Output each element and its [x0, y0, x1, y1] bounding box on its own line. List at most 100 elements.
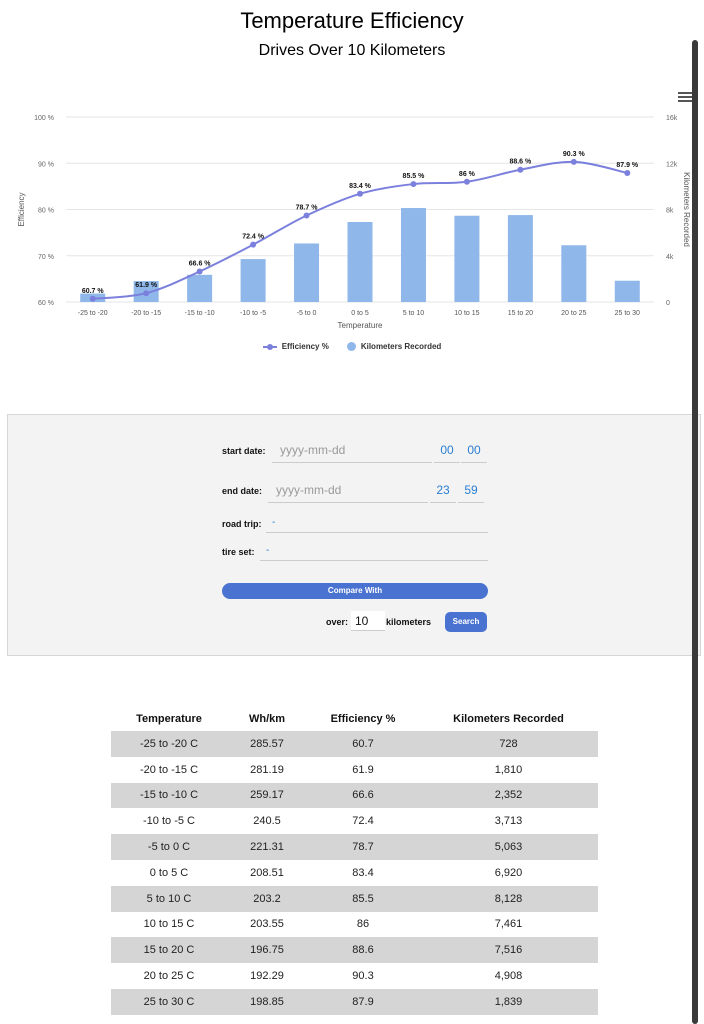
table-cell: 259.17: [227, 782, 307, 809]
efficiency-point: [624, 169, 631, 176]
efficiency-chart: 60 % 70 % 80 % 90 % 100 % 0 4k 8k 12k 16k -25 to -…: [17, 115, 691, 330]
y2-tick-label: 0: [666, 300, 670, 307]
x-tick-label: 0 to 5: [351, 310, 369, 317]
efficiency-point: [196, 268, 203, 275]
table-cell: 1,810: [419, 756, 598, 783]
kilometers-label: kilometers: [386, 617, 432, 627]
header-kilometers[interactable]: Kilometers Recorded: [419, 706, 598, 731]
bar-kilometers: [454, 215, 480, 302]
table-cell: 198.85: [227, 988, 307, 1015]
y2-tick-label: 8k: [666, 208, 674, 215]
over-label: over:: [326, 617, 349, 627]
legend-label-efficiency: Efficiency %: [281, 342, 329, 351]
header-wh-km[interactable]: Wh/km: [227, 706, 307, 731]
table-cell: 221.31: [227, 834, 307, 860]
x-tick-label: -5 to 0: [297, 310, 317, 317]
table-row: 0 to 5 C 208.51 83.4 6,920: [111, 859, 598, 886]
end-date-input[interactable]: yyyy-mm-dd: [268, 483, 428, 503]
bar-series-icon: [346, 342, 356, 351]
table-cell: 5 to 10 C: [111, 885, 227, 912]
bar-kilometers: [507, 215, 533, 302]
data-label: 72.4 %: [242, 234, 265, 241]
tire-set-select[interactable]: -: [260, 545, 488, 561]
efficiency-table: Temperature Wh/km Efficiency % Kilometer…: [111, 706, 598, 1015]
data-label: 78.7 %: [296, 205, 319, 212]
data-label: 66.6 %: [189, 260, 212, 267]
table-row: 20 to 25 C 192.29 90.3 4,908: [111, 963, 598, 989]
start-date-input[interactable]: yyyy-mm-dd: [272, 443, 432, 463]
header-temperature[interactable]: Temperature: [111, 706, 227, 731]
table-cell: 5,063: [419, 834, 598, 860]
table-cell: 7,516: [419, 937, 598, 964]
table-cell: 78.7: [307, 834, 419, 860]
table-cell: 6,920: [419, 859, 598, 886]
table-cell: 285.57: [227, 731, 307, 757]
bar-kilometers: [614, 280, 640, 302]
efficiency-point: [570, 158, 577, 165]
table-cell: 25 to 30 C: [111, 988, 227, 1015]
table-cell: 88.6: [307, 937, 419, 964]
x-tick-label: -25 to -20: [78, 310, 108, 317]
table-cell: 240.5: [227, 808, 307, 835]
x-tick-label: -20 to -15: [131, 310, 161, 317]
bar-kilometers: [240, 259, 266, 302]
table-cell: 8,128: [419, 885, 598, 912]
start-minute-input[interactable]: 00: [461, 443, 487, 463]
end-date-label: end date:: [222, 486, 263, 496]
table-cell: 66.6: [307, 782, 419, 809]
efficiency-point: [357, 190, 363, 197]
table-row: 15 to 20 C 196.75 88.6 7,516: [111, 937, 598, 964]
x-tick-label: 25 to 30: [615, 310, 640, 317]
bar-kilometers: [400, 208, 426, 302]
bar-kilometers: [561, 245, 587, 302]
table-row: 10 to 15 C 203.55 86 7,461: [111, 911, 598, 938]
table-row: 25 to 30 C 198.85 87.9 1,839: [111, 988, 598, 1015]
x-tick-label: 15 to 20: [508, 310, 533, 317]
table-cell: 72.4: [307, 808, 419, 835]
table-cell: -15 to -10 C: [111, 782, 227, 809]
search-button[interactable]: Search: [445, 612, 487, 632]
x-tick-label: -15 to -10: [185, 310, 215, 317]
table-cell: 90.3: [307, 963, 419, 989]
table-cell: 10 to 15 C: [111, 911, 227, 938]
table-cell: 83.4: [307, 859, 419, 886]
x-tick-label: 5 to 10: [403, 310, 425, 317]
legend-item-kilometers[interactable]: Kilometers Recorded: [346, 342, 441, 351]
table-cell: 728: [419, 731, 598, 757]
data-label: 85.5 %: [403, 173, 426, 180]
table-cell: 0 to 5 C: [111, 859, 227, 886]
road-trip-label: road trip:: [222, 519, 262, 529]
table-header-row: Temperature Wh/km Efficiency % Kilometer…: [111, 706, 598, 731]
data-label: 60.7 %: [82, 288, 105, 295]
bar-kilometers: [187, 274, 213, 302]
table-cell: -25 to -20 C: [111, 731, 227, 757]
table-cell: 20 to 25 C: [111, 963, 227, 989]
efficiency-point: [410, 181, 417, 188]
end-minute-input[interactable]: 59: [458, 483, 484, 503]
table-cell: 281.19: [227, 756, 307, 783]
table-cell: 4,908: [419, 963, 598, 989]
table-row: 5 to 10 C 203.2 85.5 8,128: [111, 885, 598, 912]
table-cell: 1,839: [419, 988, 598, 1015]
filter-panel: start date: yyyy-mm-dd 00 00 end date: y…: [7, 414, 701, 656]
header-efficiency[interactable]: Efficiency %: [307, 706, 419, 731]
scrollbar[interactable]: [692, 40, 698, 1024]
efficiency-point: [89, 295, 96, 302]
efficiency-point: [250, 241, 257, 248]
y-tick-label: 80 %: [38, 208, 54, 215]
page-subtitle: Drives Over 10 Kilometers: [258, 42, 446, 59]
data-label: 87.9 %: [616, 162, 639, 169]
table-cell: -20 to -15 C: [111, 756, 227, 783]
table-cell: 60.7: [307, 731, 419, 757]
distance-input[interactable]: 10: [351, 611, 385, 631]
data-label: 90.3 %: [563, 151, 586, 158]
table-cell: 2,352: [419, 782, 598, 809]
legend-item-efficiency[interactable]: Efficiency %: [262, 342, 329, 351]
tire-set-label: tire set:: [222, 547, 255, 557]
end-hour-input[interactable]: 23: [430, 483, 456, 503]
compare-with-button[interactable]: Compare With: [222, 583, 488, 599]
road-trip-select[interactable]: -: [266, 517, 488, 533]
y2-tick-label: 12k: [666, 161, 678, 168]
data-label: 86 %: [459, 171, 476, 178]
start-hour-input[interactable]: 00: [434, 443, 460, 463]
